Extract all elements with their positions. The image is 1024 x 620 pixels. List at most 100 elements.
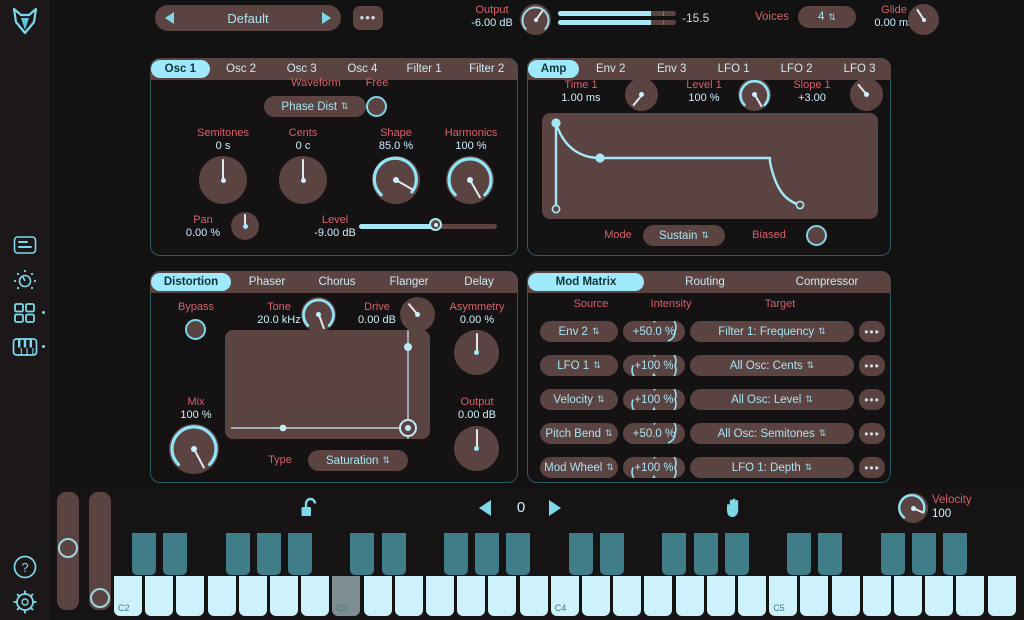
black-key[interactable] — [724, 533, 749, 575]
velocity-knob[interactable] — [898, 493, 928, 523]
tab-osc-2[interactable]: Osc 2 — [212, 60, 271, 78]
black-key[interactable] — [693, 533, 718, 575]
bypass-toggle[interactable] — [185, 319, 206, 340]
white-key[interactable] — [738, 576, 766, 616]
mod-intensity-3[interactable]: +100 % — [623, 389, 685, 410]
black-key[interactable] — [568, 533, 593, 575]
tab-phaser[interactable]: Phaser — [233, 273, 301, 291]
mod-target-1[interactable]: Filter 1: Frequency ⇅ — [690, 321, 854, 342]
white-key[interactable] — [488, 576, 517, 616]
free-toggle[interactable] — [366, 96, 387, 117]
env-mode-selector[interactable]: Sustain ⇅ — [643, 225, 725, 246]
white-key[interactable]: C4 — [550, 576, 579, 616]
black-key[interactable] — [818, 533, 843, 575]
preset-next-button[interactable] — [322, 12, 331, 24]
preset-menu-button[interactable]: ••• — [353, 6, 383, 30]
mod-target-3[interactable]: All Osc: Level ⇅ — [690, 389, 854, 410]
black-key[interactable] — [662, 533, 687, 575]
mod-target-4[interactable]: All Osc: Semitones ⇅ — [690, 423, 854, 444]
mix-knob[interactable] — [169, 424, 219, 474]
white-key[interactable] — [394, 576, 423, 616]
white-key[interactable] — [925, 576, 954, 616]
preset-prev-button[interactable] — [165, 12, 174, 24]
tab-compressor[interactable]: Compressor — [766, 273, 888, 291]
tab-lfo-2[interactable]: LFO 2 — [766, 60, 827, 78]
drive-knob[interactable] — [400, 297, 435, 332]
pitch-bend-wheel[interactable] — [57, 492, 79, 610]
white-key[interactable] — [238, 576, 267, 616]
tab-flanger[interactable]: Flanger — [373, 273, 445, 291]
env-time-knob[interactable] — [625, 78, 658, 111]
tab-osc-1[interactable]: Osc 1 — [151, 60, 210, 78]
tone-knob[interactable] — [301, 297, 336, 332]
white-key[interactable] — [176, 576, 205, 616]
black-key[interactable] — [350, 533, 375, 575]
pitch-wheel-grip[interactable] — [58, 538, 78, 558]
env-level-knob[interactable] — [738, 78, 771, 111]
white-key[interactable] — [894, 576, 922, 616]
mod-row-1-menu[interactable]: ••• — [859, 321, 885, 342]
octave-next-button[interactable] — [549, 500, 561, 516]
black-key[interactable] — [444, 533, 468, 575]
level-slider[interactable] — [359, 218, 497, 231]
mod-row-4-menu[interactable]: ••• — [859, 423, 885, 444]
mod-row-5-menu[interactable]: ••• — [859, 457, 885, 478]
output-knob[interactable] — [520, 4, 551, 35]
gear-icon[interactable] — [11, 588, 39, 616]
mod-wheel-grip[interactable] — [90, 588, 110, 608]
white-key[interactable] — [613, 576, 642, 616]
white-key[interactable] — [582, 576, 610, 616]
black-key[interactable] — [880, 533, 905, 575]
mod-intensity-2[interactable]: +100 % — [623, 355, 685, 376]
distortion-type-selector[interactable]: Saturation ⇅ — [308, 450, 408, 471]
black-key[interactable] — [912, 533, 936, 575]
piano-keys-icon[interactable] — [11, 333, 39, 361]
mod-source-4[interactable]: Pitch Bend ⇅ — [540, 423, 618, 444]
white-key[interactable] — [207, 576, 236, 616]
white-key[interactable]: C5 — [769, 576, 798, 616]
env-biased-toggle[interactable] — [806, 225, 827, 246]
white-key[interactable] — [831, 576, 860, 616]
black-key[interactable] — [506, 533, 531, 575]
black-key[interactable] — [943, 533, 968, 575]
black-key[interactable] — [475, 533, 500, 575]
mod-target-5[interactable]: LFO 1: Depth ⇅ — [690, 457, 854, 478]
white-key[interactable] — [301, 576, 330, 616]
white-key[interactable] — [426, 576, 454, 616]
help-circle-icon[interactable]: ? — [11, 553, 39, 581]
asymmetry-knob[interactable] — [454, 330, 499, 375]
semitones-knob[interactable] — [199, 156, 247, 204]
grid-modules-icon[interactable] — [11, 299, 39, 327]
mod-intensity-5[interactable]: +100 % — [623, 457, 685, 478]
tab-osc-4[interactable]: Osc 4 — [333, 60, 392, 78]
tab-delay[interactable]: Delay — [447, 273, 511, 291]
octave-prev-button[interactable] — [479, 500, 491, 516]
mod-source-1[interactable]: Env 2 ⇅ — [540, 321, 618, 342]
white-key[interactable] — [644, 576, 673, 616]
mod-source-5[interactable]: Mod Wheel ⇅ — [540, 457, 618, 478]
harmonics-knob[interactable] — [446, 156, 494, 204]
distortion-graph[interactable] — [225, 330, 430, 439]
mod-row-2-menu[interactable]: ••• — [859, 355, 885, 376]
mod-row-3-menu[interactable]: ••• — [859, 389, 885, 410]
preset-selector[interactable]: Default — [155, 5, 341, 31]
shape-knob[interactable] — [372, 156, 420, 204]
black-key[interactable] — [225, 533, 250, 575]
mod-source-3[interactable]: Velocity ⇅ — [540, 389, 618, 410]
white-key[interactable] — [457, 576, 486, 616]
hand-icon[interactable] — [722, 496, 746, 525]
white-key[interactable] — [956, 576, 985, 616]
glide-knob[interactable] — [908, 4, 939, 35]
envelope-graph[interactable] — [542, 113, 878, 219]
tab-amp[interactable]: Amp — [528, 60, 580, 78]
white-key[interactable] — [706, 576, 735, 616]
fx-output-knob[interactable] — [454, 426, 499, 471]
tab-env-2[interactable]: Env 2 — [581, 60, 640, 78]
white-key[interactable] — [519, 576, 548, 616]
env-slope-knob[interactable] — [850, 78, 883, 111]
knob-settings-icon[interactable] — [11, 266, 39, 294]
mod-intensity-4[interactable]: +50.0 % — [623, 423, 685, 444]
tab-lfo-1[interactable]: LFO 1 — [703, 60, 764, 78]
tab-osc-3[interactable]: Osc 3 — [272, 60, 331, 78]
unlocked-padlock-icon[interactable] — [298, 496, 322, 525]
